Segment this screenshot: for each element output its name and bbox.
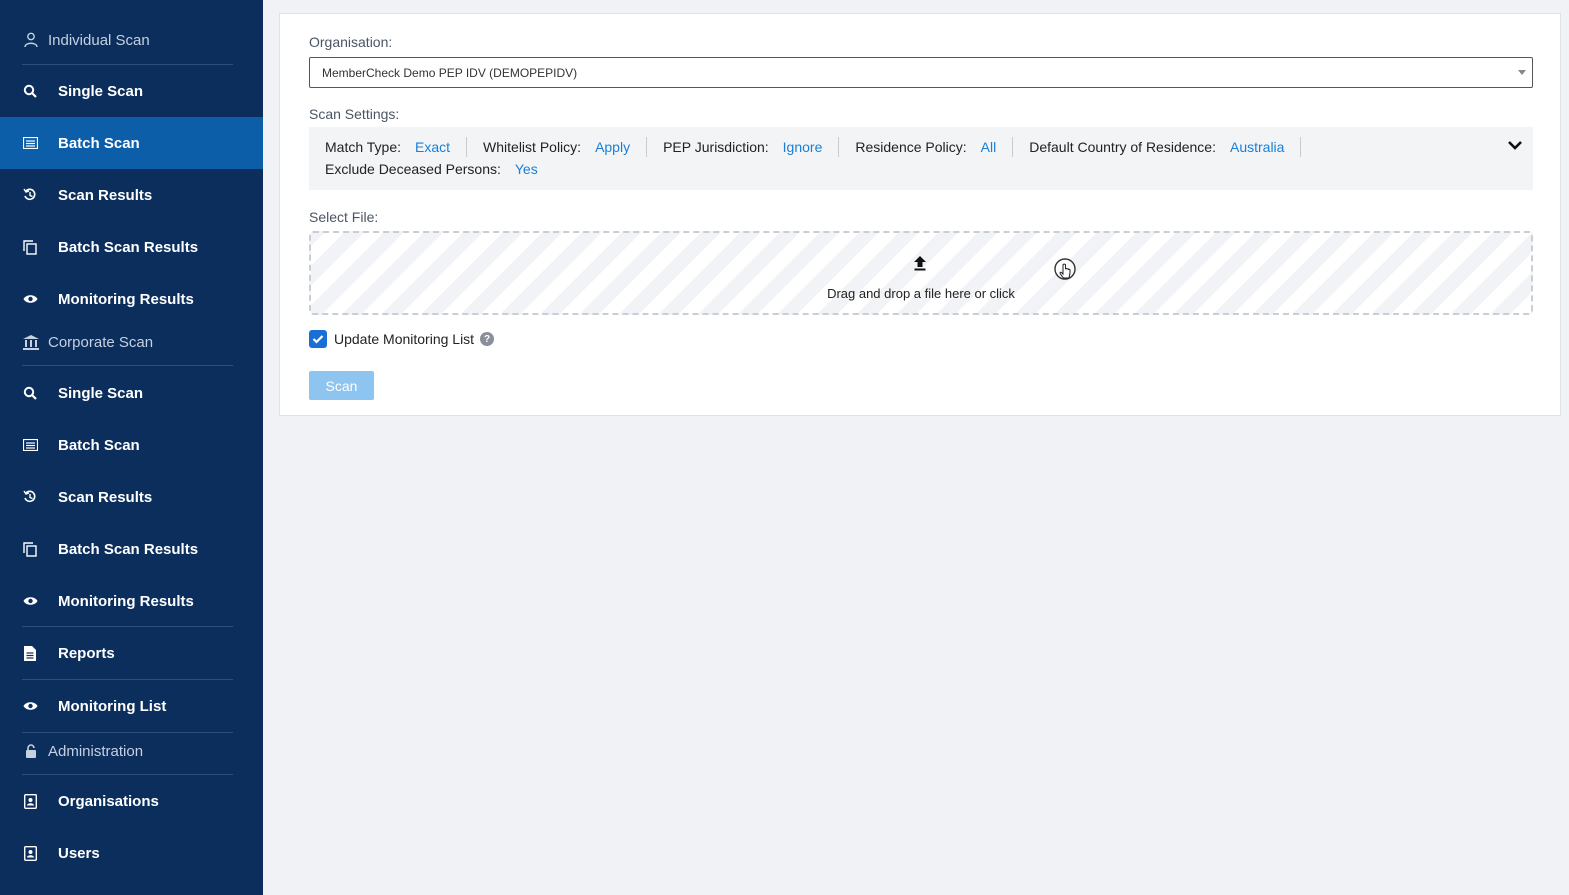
update-monitoring-checkbox[interactable] — [309, 330, 327, 348]
pep-jurisdiction-link[interactable]: Ignore — [783, 139, 823, 155]
sidebar-item-label: Batch Scan Results — [58, 238, 199, 256]
contact-card-icon — [22, 793, 38, 809]
file-dropzone[interactable]: Drag and drop a file here or click — [309, 231, 1533, 315]
sidebar-item-corporate-batch-scan-results[interactable]: Batch Scan Results — [0, 523, 263, 575]
sidebar-item-label: Organisations — [58, 792, 159, 810]
history-icon — [22, 489, 38, 505]
setting-residence-policy: Residence Policy: All — [855, 137, 1014, 157]
sidebar-item-users[interactable]: Users — [0, 827, 263, 879]
exclude-deceased-link[interactable]: Yes — [515, 161, 538, 177]
bank-icon — [22, 333, 40, 351]
setting-whitelist-policy: Whitelist Policy: Apply — [483, 137, 648, 157]
eye-icon — [22, 593, 38, 609]
setting-label: Match Type: — [325, 139, 402, 155]
sidebar-item-corporate-batch-scan[interactable]: Batch Scan — [0, 419, 263, 471]
search-icon — [22, 385, 38, 401]
sidebar-item-label: Scan Results — [58, 186, 153, 204]
setting-label: Exclude Deceased Persons: — [325, 161, 501, 177]
update-monitoring-label: Update Monitoring List — [334, 331, 475, 347]
select-file-label: Select File: — [309, 209, 379, 225]
section-label: Individual Scan — [48, 31, 150, 49]
chevron-down-icon[interactable] — [1507, 139, 1523, 153]
upload-icon — [913, 255, 927, 271]
divider — [22, 365, 233, 366]
setting-label: Default Country of Residence: — [1029, 139, 1216, 155]
document-icon — [22, 645, 38, 661]
setting-default-country: Default Country of Residence: Australia — [1029, 137, 1302, 157]
sidebar-item-label: Monitoring List — [58, 697, 167, 715]
sidebar-item-label: Single Scan — [58, 384, 144, 402]
section-label: Administration — [48, 742, 144, 760]
search-icon — [22, 83, 38, 99]
organisation-select[interactable]: MemberCheck Demo PEP IDV (DEMOPEPIDV) — [309, 57, 1533, 88]
sidebar-item-individual-single-scan[interactable]: Single Scan — [0, 65, 263, 117]
scan-settings-label: Scan Settings: — [309, 106, 400, 122]
user-icon — [22, 31, 40, 49]
sidebar-item-label: Single Scan — [58, 82, 144, 100]
copy-icon — [22, 541, 38, 557]
sidebar: Individual Scan Single Scan Batch Scan S… — [0, 0, 263, 895]
residence-policy-link[interactable]: All — [981, 139, 997, 155]
sidebar-item-individual-batch-scan-results[interactable]: Batch Scan Results — [0, 221, 263, 273]
section-corporate-scan: Corporate Scan — [22, 320, 153, 364]
hand-cursor-icon — [1053, 257, 1077, 285]
eye-icon — [22, 291, 38, 307]
sidebar-item-corporate-scan-results[interactable]: Scan Results — [0, 471, 263, 523]
section-administration: Administration — [22, 729, 143, 773]
setting-label: Whitelist Policy: — [483, 139, 582, 155]
lock-icon — [22, 742, 40, 760]
scan-settings-panel: Match Type: Exact Whitelist Policy: Appl… — [309, 127, 1533, 190]
caret-down-icon — [1518, 70, 1526, 75]
scan-button[interactable]: Scan — [309, 371, 374, 400]
sidebar-item-monitoring-list[interactable]: Monitoring List — [0, 680, 263, 732]
setting-pep-jurisdiction: PEP Jurisdiction: Ignore — [663, 137, 840, 157]
sidebar-item-reports[interactable]: Reports — [0, 627, 263, 679]
sidebar-item-label: Scan Results — [58, 488, 153, 506]
organisation-value: MemberCheck Demo PEP IDV (DEMOPEPIDV) — [322, 65, 578, 80]
settings-row: Exclude Deceased Persons: Yes — [325, 158, 570, 180]
sidebar-item-label: Monitoring Results — [58, 592, 194, 610]
setting-match-type: Match Type: Exact — [325, 137, 468, 157]
history-icon — [22, 187, 38, 203]
sidebar-item-corporate-monitoring-results[interactable]: Monitoring Results — [0, 575, 263, 627]
sidebar-item-individual-batch-scan[interactable]: Batch Scan — [0, 117, 263, 169]
copy-icon — [22, 239, 38, 255]
sidebar-item-label: Reports — [58, 644, 115, 662]
section-label: Corporate Scan — [48, 333, 154, 351]
dropzone-text: Drag and drop a file here or click — [827, 286, 1015, 301]
sidebar-item-individual-monitoring-results[interactable]: Monitoring Results — [0, 273, 263, 325]
default-country-link[interactable]: Australia — [1230, 139, 1284, 155]
section-individual-scan: Individual Scan — [22, 18, 150, 62]
update-monitoring-row: Update Monitoring List ? — [309, 330, 495, 348]
sidebar-item-organisations[interactable]: Organisations — [0, 775, 263, 827]
setting-label: PEP Jurisdiction: — [663, 139, 769, 155]
sidebar-item-label: Users — [58, 844, 100, 862]
eye-icon — [22, 698, 38, 714]
batch-scan-form: Organisation: MemberCheck Demo PEP IDV (… — [279, 13, 1561, 416]
setting-exclude-deceased: Exclude Deceased Persons: Yes — [325, 159, 554, 179]
batch-list-icon — [22, 135, 38, 151]
whitelist-policy-link[interactable]: Apply — [595, 139, 630, 155]
help-icon[interactable]: ? — [480, 332, 495, 346]
sidebar-item-individual-scan-results[interactable]: Scan Results — [0, 169, 263, 221]
organisation-label: Organisation: — [309, 34, 393, 50]
sidebar-item-label: Batch Scan — [58, 134, 140, 152]
batch-list-icon — [22, 437, 38, 453]
sidebar-item-label: Monitoring Results — [58, 290, 194, 308]
sidebar-item-label: Batch Scan — [58, 436, 140, 454]
sidebar-item-corporate-single-scan[interactable]: Single Scan — [0, 367, 263, 419]
contact-card-icon — [22, 845, 38, 861]
settings-row: Match Type: Exact Whitelist Policy: Appl… — [325, 136, 1317, 158]
sidebar-item-label: Batch Scan Results — [58, 540, 199, 558]
match-type-link[interactable]: Exact — [415, 139, 450, 155]
setting-label: Residence Policy: — [855, 139, 967, 155]
